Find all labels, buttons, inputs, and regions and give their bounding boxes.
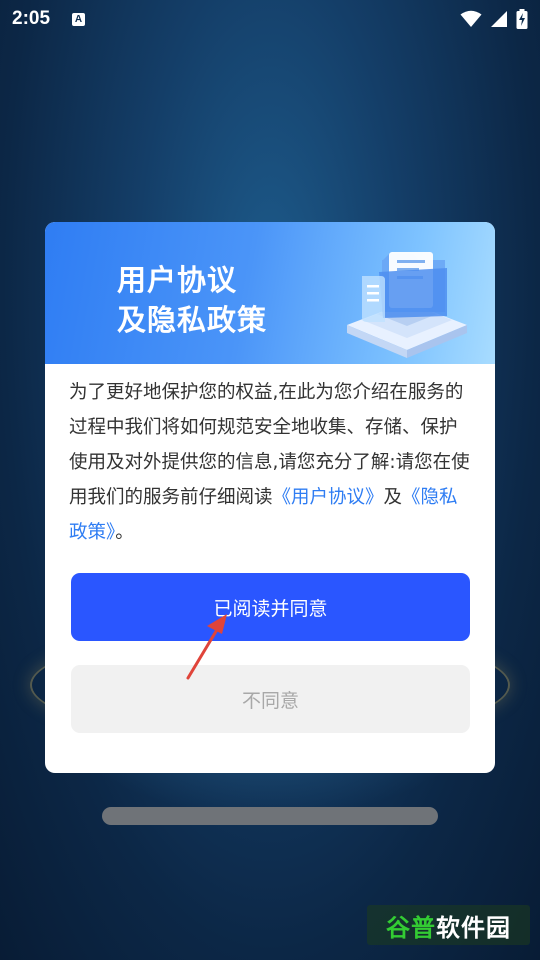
banner-title-line2: 及隐私政策 xyxy=(117,303,268,337)
cell-signal-icon xyxy=(491,11,507,27)
watermark-part1: 谷普 xyxy=(386,913,436,942)
document-folder-icon xyxy=(347,252,467,358)
annotation-arrow-icon xyxy=(186,614,227,680)
scroll-indicator[interactable] xyxy=(102,807,438,825)
status-icons xyxy=(460,9,528,29)
status-time: 2:05 xyxy=(12,8,51,29)
privacy-dialog: 用户协议 及隐私政策 为了更好地保护您的权益,在此为您介绍在服务的过程中我们将如… xyxy=(45,222,495,773)
banner-title: 用户协议 及隐私政策 xyxy=(117,260,267,340)
dialog-body-text: 为了更好地保护您的权益,在此为您介绍在服务的过程中我们将如何规范安全地收集、存储… xyxy=(69,375,473,550)
banner-title-line1: 用户协议 xyxy=(117,263,238,297)
notification-icon: A xyxy=(72,12,86,26)
user-agreement-link[interactable]: 《用户协议》 xyxy=(273,487,384,508)
body-conjunction: 及 xyxy=(383,487,403,508)
body-end: 。 xyxy=(115,522,134,543)
battery-charging-icon xyxy=(516,9,528,29)
agree-button[interactable]: 已阅读并同意 xyxy=(71,573,470,641)
wifi-icon xyxy=(460,10,482,27)
dialog-banner: 用户协议 及隐私政策 xyxy=(45,222,495,364)
watermark-part2: 软件园 xyxy=(436,913,511,942)
status-bar: 2:05 A xyxy=(0,0,540,38)
watermark-logo: 谷普 软件园 xyxy=(367,905,530,945)
disagree-button[interactable]: 不同意 xyxy=(71,665,470,733)
